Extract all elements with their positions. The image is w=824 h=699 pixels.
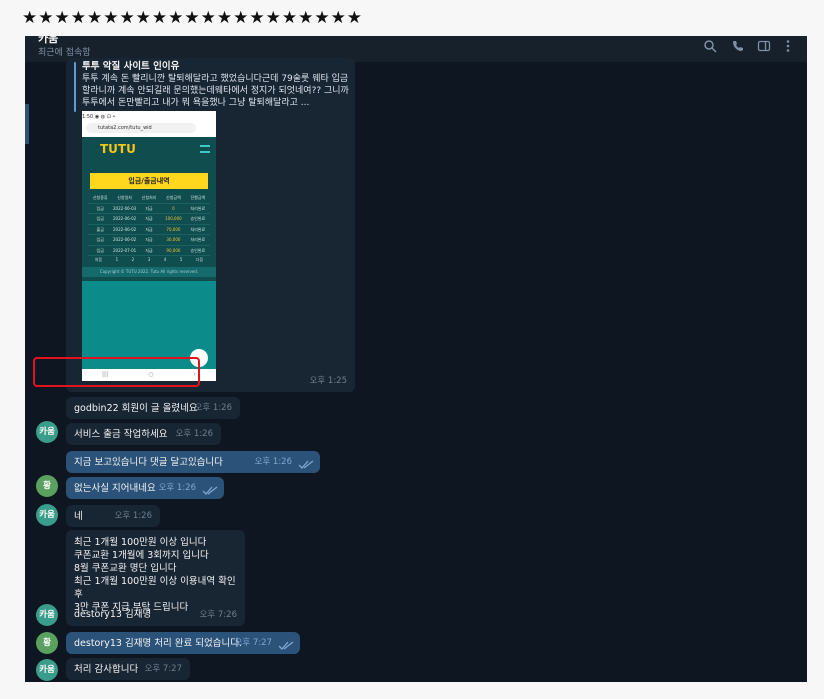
message-line: 8월 쿠폰교환 명단 입니다 — [74, 563, 177, 574]
double-check-icon — [278, 641, 294, 650]
pager: 처음 1 2 3 4 5 다음 — [88, 253, 210, 262]
message-text: 지금 보고있습니다 댓글 달고있습니다 — [74, 457, 223, 468]
message-text: 서비스 출금 작업하세요 — [74, 429, 168, 440]
table-cell: 신청종류 — [92, 195, 108, 200]
table-cell: 지급 — [145, 237, 153, 242]
table-cell: 처리완료 — [190, 205, 206, 211]
reply-accent-bar — [74, 62, 76, 112]
phone-icon[interactable] — [731, 39, 745, 53]
message-time: 오후 1:26 — [114, 511, 152, 521]
table-row: 출금 2022-06-02 지급 70,000 처리완료 — [88, 225, 210, 235]
message-text: 없는사실 지어내네요 — [74, 483, 156, 494]
double-check-icon — [298, 460, 314, 469]
deposit-withdraw-banner: 입금/출금내역 — [90, 173, 208, 189]
message-text: 네 — [74, 511, 83, 522]
chat-status: 최근에 접속함 — [38, 48, 91, 58]
site-footer: Copyright © TUTU 2022. Tutu All rights r… — [82, 267, 216, 277]
message-time: 오후 1:25 — [309, 376, 347, 386]
phone-url-bar: tutata2.com/tutu_wid — [86, 123, 196, 133]
table-cell: 2022-06-03 — [112, 205, 137, 211]
hamburger-icon — [200, 145, 210, 153]
message-bubble[interactable]: 처리 감사합니다 오후 7:27 — [66, 658, 190, 680]
avatar[interactable]: 카움 — [36, 421, 58, 443]
message-bubble[interactable]: 서비스 출금 작업하세요 오후 1:26 — [66, 423, 221, 445]
table-cell: 진행금액 — [190, 195, 206, 200]
table-cell: 입금 — [96, 216, 104, 221]
message-time: 오후 7:26 — [199, 610, 237, 620]
message-line: 쿠폰교환 1개월에 3회까지 입니다 — [74, 550, 209, 561]
attached-screenshot[interactable]: 1:50 ◉ ◍ ⊡ • tutata2.com/tutu_wid TUTU 입… — [82, 111, 216, 381]
message-time: 오후 7:27 — [144, 664, 182, 674]
message-time: 오후 1:26 — [254, 457, 292, 467]
table-cell: 지급 — [145, 216, 153, 221]
highlight-annotation — [33, 357, 200, 387]
table-cell: 입금 — [96, 237, 104, 242]
message-time: 오후 1:26 — [175, 429, 213, 439]
table-cell: 2022-06-02 — [112, 226, 137, 232]
more-options-icon[interactable] — [781, 39, 795, 53]
avatar[interactable]: 카움 — [36, 659, 58, 681]
avatar[interactable]: 카움 — [36, 604, 58, 626]
table-row: 입금 2022-06-02 지급 100,000 승인완료 — [88, 214, 210, 225]
message-bubble-multiline[interactable]: 최근 1개월 100만원 이상 입니다 쿠폰교환 1개월에 3회까지 입니다 8… — [66, 530, 245, 626]
reply-title: 투투 악질 사이트 인이유 — [82, 61, 180, 72]
message-bubble-outgoing[interactable]: 없는사실 지어내네요 오후 1:26 — [66, 477, 224, 499]
pager-item: 처음 — [94, 257, 103, 262]
reply-text: 투투 계속 돈 빨리니깐 탈퇴해달라고 했었습니다근데 79술룻 웨타 입금할라… — [82, 74, 349, 108]
message-time: 오후 7:27 — [234, 638, 272, 648]
table-cell: 승인완료 — [190, 216, 206, 221]
table-row: 입금 2022-06-03 지급 0 처리완료 — [88, 204, 210, 214]
table-cell: 처리완료 — [190, 226, 206, 232]
table-cell: 지급 — [145, 226, 153, 232]
message-bubble[interactable]: godbin22 회원이 글 올렸네요 오후 1:26 — [66, 397, 240, 419]
pager-item: 5 — [179, 257, 183, 262]
table-header-row: 신청종류 신청일자 신청처리 신청금액 진행금액 — [88, 193, 210, 204]
decorative-stars: ★★★★★★★★★★★★★★★★★★★★★ — [22, 8, 364, 28]
phone-site: TUTU 입금/출금내역 신청종류 신청일자 신청처리 신청금액 진행금액입금 2022-… — [82, 137, 216, 381]
message-text: 처리 감사합니다 — [74, 664, 139, 675]
pager-item: 3 — [147, 257, 151, 262]
table-cell: 처리완료 — [190, 237, 206, 242]
avatar[interactable]: 카움 — [36, 504, 58, 526]
table-cell: 출금 — [96, 226, 104, 232]
double-check-icon — [202, 486, 218, 495]
message-bubble[interactable]: 네 오후 1:26 — [66, 505, 160, 527]
pager-item: 2 — [131, 257, 135, 262]
message-line: 최근 1개월 100만원 이상 이용내역 확인후 — [74, 576, 236, 600]
message-bubble-outgoing[interactable]: destory13 김재명 처리 완료 되었습니다. 오후 7:27 — [66, 632, 300, 654]
table-cell: 신청일자 — [117, 195, 132, 200]
sidebar-toggle-icon[interactable] — [757, 39, 771, 53]
pager-item: 1 — [115, 257, 119, 262]
table-cell: 입금 — [96, 205, 104, 211]
table-row: 입금 2022-06-02 지급 30,000 처리완료 — [88, 235, 210, 246]
table-cell: 2022-06-02 — [112, 216, 137, 221]
table-cell: 신청처리 — [141, 195, 157, 200]
table-cell: 100,000 — [165, 216, 182, 221]
message-bubble-outgoing[interactable]: 지금 보고있습니다 댓글 달고있습니다 오후 1:26 — [66, 451, 320, 473]
message-text: destory13 김재명 처리 완료 되었습니다. — [74, 638, 242, 649]
phone-status-bar: 1:50 ◉ ◍ ⊡ • — [82, 114, 116, 120]
table-cell: 30,000 — [166, 237, 181, 242]
table-cell: 2022-06-02 — [112, 237, 137, 242]
message-line: 최근 1개월 100만원 이상 입니다 — [74, 537, 207, 548]
avatar[interactable]: 황 — [36, 632, 58, 654]
table-cell: 0 — [172, 205, 175, 211]
transaction-table: 신청종류 신청일자 신청처리 신청금액 진행금액 입금 2022-06-03 지급 0 처리완료 입… — [88, 193, 210, 256]
message-text: destory13 김재명 — [74, 609, 152, 620]
table-cell: 70,000 — [166, 226, 181, 232]
site-logo: TUTU — [100, 142, 136, 156]
table-cell: 지급 — [145, 205, 153, 211]
avatar[interactable]: 황 — [36, 475, 58, 497]
pager-item: 다음 — [195, 257, 204, 262]
search-icon[interactable] — [703, 39, 717, 53]
message-text: godbin22 회원이 글 올렸네요 — [74, 403, 198, 414]
message-bubble-reply[interactable]: 투투 악질 사이트 인이유 투투 계속 돈 빨리니깐 탈퇴해달라고 했었습니다근… — [66, 58, 355, 392]
table-cell: 신청금액 — [166, 195, 181, 200]
message-time: 오후 1:26 — [194, 403, 232, 413]
message-time: 오후 1:26 — [158, 483, 196, 493]
pager-item: 4 — [163, 257, 167, 262]
